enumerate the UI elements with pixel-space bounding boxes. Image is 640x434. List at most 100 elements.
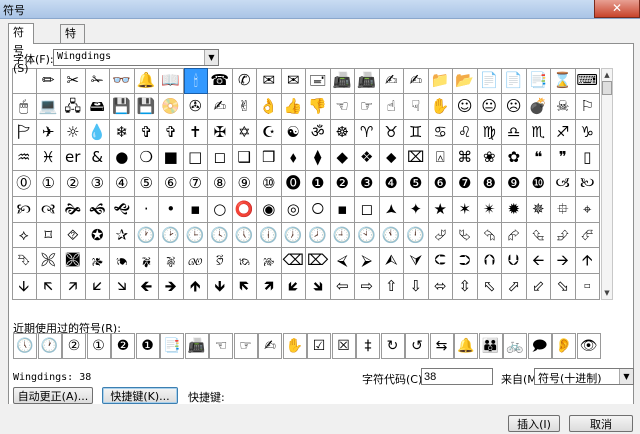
symbol-cell[interactable]: 📁 [428, 68, 453, 94]
symbol-cell[interactable]: ✴ [477, 196, 502, 223]
symbol-cell[interactable]: ☞ [355, 93, 380, 120]
symbol-cell[interactable]: 👎 [306, 93, 331, 120]
recent-symbol-cell[interactable]: 🚲 [503, 333, 527, 359]
symbol-cell[interactable]: ❒ [257, 145, 282, 171]
symbol-cell[interactable]: 🖧 [61, 93, 86, 120]
recent-symbol-cell[interactable]: 🕐 [37, 333, 62, 359]
symbol-cell[interactable]: ☺ [453, 93, 478, 120]
symbol-cell[interactable]: 🡩 [575, 248, 600, 274]
symbol-cell[interactable]: • [159, 196, 184, 223]
symbol-cell[interactable]: 📖 [159, 68, 184, 94]
symbol-cell[interactable]: ♍ [477, 119, 502, 146]
symbol-cell[interactable]: ✂ [61, 68, 86, 94]
symbol-cell[interactable]: 🡼 [232, 274, 257, 300]
symbol-cell[interactable]: 💧 [85, 119, 110, 146]
symbol-cell[interactable]: · [134, 196, 159, 223]
symbol-cell[interactable]: 🙑 [208, 248, 233, 274]
symbol-cell[interactable]: 🖃 [306, 68, 331, 94]
symbol-cell[interactable]: ◎ [281, 196, 306, 223]
symbol-cell[interactable]: ⮈ [428, 248, 453, 274]
symbol-cell[interactable]: 📠 [355, 68, 380, 94]
symbol-cell[interactable]: ☟ [404, 93, 429, 120]
symbol-cell[interactable]: ⬁ [477, 274, 502, 300]
symbol-cell[interactable]: ❞ [551, 145, 576, 171]
symbol-cell[interactable]: 📑 [526, 68, 551, 94]
symbol-cell[interactable]: 🙝 [110, 196, 135, 223]
symbol-cell[interactable]: ⌑ [36, 222, 61, 249]
symbol-cell[interactable]: ◻ [355, 196, 380, 223]
recent-symbol-cell[interactable]: ↻ [380, 333, 405, 359]
symbol-cell[interactable]: 🙓 [257, 248, 282, 274]
symbol-cell[interactable]: ⬧ [281, 145, 306, 171]
symbol-cell[interactable]: ❺ [404, 171, 429, 197]
from-dropdown[interactable]: 符号(十进制) ▼ [534, 368, 634, 385]
symbol-cell[interactable]: ☹ [502, 93, 527, 120]
symbol-cell[interactable]: 🡮 [110, 274, 135, 300]
symbol-cell[interactable]: 🡪 [551, 248, 576, 274]
symbol-cell[interactable]: ✝ [183, 119, 208, 146]
symbol-cell[interactable]: ○ [208, 196, 233, 223]
scroll-up-icon[interactable]: ▲ [602, 69, 612, 81]
symbol-cell[interactable]: ❿ [526, 171, 551, 197]
recent-symbol-cell[interactable]: ☑ [307, 333, 331, 359]
symbol-cell[interactable]: ♊ [404, 119, 429, 146]
symbol-cell[interactable]: ⓿ [281, 171, 306, 197]
symbol-cell[interactable]: 🡿 [281, 274, 306, 300]
symbol-cell[interactable]: 📂 [453, 68, 478, 94]
symbol-cell[interactable]: ❖ [355, 145, 380, 171]
symbol-cell[interactable]: ⮷ [12, 248, 37, 274]
symbol-cell[interactable]: ■ [159, 145, 184, 171]
recent-symbol-cell[interactable]: ‡ [356, 333, 380, 359]
symbol-cell[interactable]: 🡺 [159, 274, 184, 300]
symbol-cell[interactable]: ✵ [526, 196, 551, 223]
symbol-cell[interactable]: ✞ [159, 119, 184, 146]
symbol-cell[interactable]: 🕘 [330, 222, 355, 249]
symbol-cell[interactable]: 🡻 [208, 274, 233, 300]
recent-symbol-cell[interactable]: 🗩 [527, 333, 552, 359]
symbol-cell[interactable]: 🙪 [36, 248, 61, 274]
symbol-cell[interactable]: 🡽 [257, 274, 282, 300]
recent-symbol-cell[interactable]: 🔔 [454, 333, 478, 359]
recent-symbol-cell[interactable]: ☜ [209, 333, 233, 359]
symbol-cell[interactable]: ⮲ [477, 222, 502, 249]
symbol-cell[interactable]: ✦ [404, 196, 429, 223]
symbol-cell[interactable]: ✍ [208, 93, 233, 120]
symbol-cell[interactable]: 🞅 [306, 196, 331, 223]
symbol-cell[interactable]: ⌖ [575, 196, 600, 223]
recent-symbol-cell[interactable]: 👪 [478, 333, 503, 359]
symbol-cell[interactable]: ॐ [306, 119, 331, 146]
symbol-cell[interactable]: ⇨ [355, 274, 380, 300]
symbol-cell[interactable]: 🕐 [134, 222, 159, 249]
symbol-cell[interactable]: 💾 [110, 93, 135, 120]
symbol-cell[interactable]: ❄ [110, 119, 135, 146]
symbol-cell[interactable]: ⟡ [12, 222, 37, 249]
symbol-cell[interactable]: ❼ [453, 171, 478, 197]
chevron-down-icon[interactable]: ▼ [619, 369, 633, 384]
symbol-cell[interactable]: ♐ [551, 119, 576, 146]
symbol-cell[interactable]: 🕑 [159, 222, 184, 249]
recent-symbol-cell[interactable]: 👂 [552, 333, 576, 359]
symbol-cell[interactable]: ❽ [477, 171, 502, 197]
symbol-cell[interactable]: ⮙ [379, 248, 404, 274]
symbol-cell[interactable]: ❑ [232, 145, 257, 171]
symbol-cell[interactable]: 🕙 [355, 222, 380, 249]
symbol-cell[interactable]: 🙒 [232, 248, 257, 274]
symbol-cell[interactable]: ☜ [330, 93, 355, 120]
symbol-cell[interactable]: ⮶ [575, 222, 600, 249]
symbol-cell[interactable]: ♈ [355, 119, 380, 146]
symbol-cell[interactable]: ▪ [183, 196, 208, 223]
symbol-cell[interactable]: ⑥ [159, 171, 184, 197]
symbol-cell[interactable]: 👓 [110, 68, 135, 94]
symbol-cell[interactable]: 🙗 [134, 248, 159, 274]
symbol-cell[interactable]: 🕚 [379, 222, 404, 249]
symbol-cell[interactable]: ♏ [526, 119, 551, 146]
symbol-cell[interactable]: ⮉ [477, 248, 502, 274]
recent-symbol-cell[interactable]: ✍ [258, 333, 282, 359]
symbol-cell[interactable]: 🕯 [183, 68, 208, 94]
symbol-cell[interactable]: 🙔 [110, 248, 135, 274]
symbol-cell[interactable]: 📄 [477, 68, 502, 94]
symbol-cell[interactable]: ✞ [134, 119, 159, 146]
symbol-cell[interactable]: ● [110, 145, 135, 171]
recent-symbol-cell[interactable]: 📠 [184, 333, 209, 359]
symbol-cell[interactable]: 👍 [281, 93, 306, 120]
